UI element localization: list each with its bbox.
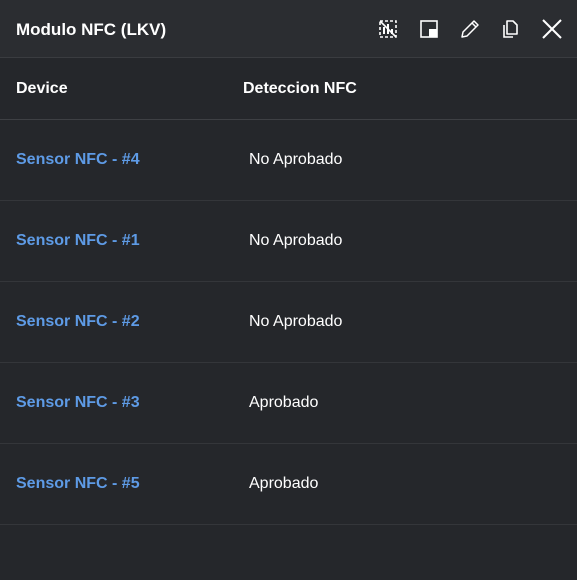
- device-link[interactable]: Sensor NFC - #4: [16, 151, 140, 169]
- detection-status: Aprobado: [249, 475, 319, 492]
- table-row: Sensor NFC - #1 No Aprobado: [0, 201, 577, 282]
- minimize-window-icon: [420, 20, 438, 38]
- detection-status: No Aprobado: [249, 151, 343, 168]
- panel-titlebar: Modulo NFC (LKV): [0, 0, 577, 58]
- table-row: Sensor NFC - #5 Aprobado: [0, 444, 577, 525]
- device-link[interactable]: Sensor NFC - #1: [16, 232, 140, 250]
- detection-status: Aprobado: [249, 394, 319, 411]
- device-link[interactable]: Sensor NFC - #3: [16, 394, 140, 412]
- no-data-icon: [379, 20, 397, 38]
- close-button[interactable]: [539, 16, 565, 42]
- no-data-button[interactable]: [375, 16, 401, 42]
- nfc-module-panel: Modulo NFC (LKV) Device Deteccion NFC Se…: [0, 0, 577, 580]
- table-header-row: Device Deteccion NFC: [0, 58, 577, 120]
- table-row: Sensor NFC - #3 Aprobado: [0, 363, 577, 444]
- table-row: Sensor NFC - #4 No Aprobado: [0, 120, 577, 201]
- device-link[interactable]: Sensor NFC - #2: [16, 313, 140, 331]
- edit-button[interactable]: [457, 16, 483, 42]
- detection-status: No Aprobado: [249, 232, 343, 249]
- minimize-window-button[interactable]: [416, 16, 442, 42]
- column-header-device: Device: [16, 80, 68, 97]
- panel-title: Modulo NFC (LKV): [16, 20, 167, 39]
- pencil-icon: [461, 20, 479, 38]
- close-icon: [542, 19, 562, 39]
- column-header-detection: Deteccion NFC: [243, 80, 357, 97]
- detection-status: No Aprobado: [249, 313, 343, 330]
- device-link[interactable]: Sensor NFC - #5: [16, 475, 140, 493]
- copy-button[interactable]: [498, 16, 524, 42]
- panel-toolbar: [360, 16, 565, 42]
- table-row: Sensor NFC - #2 No Aprobado: [0, 282, 577, 363]
- copy-icon: [503, 20, 518, 38]
- table-body: Sensor NFC - #4 No Aprobado Sensor NFC -…: [0, 120, 577, 525]
